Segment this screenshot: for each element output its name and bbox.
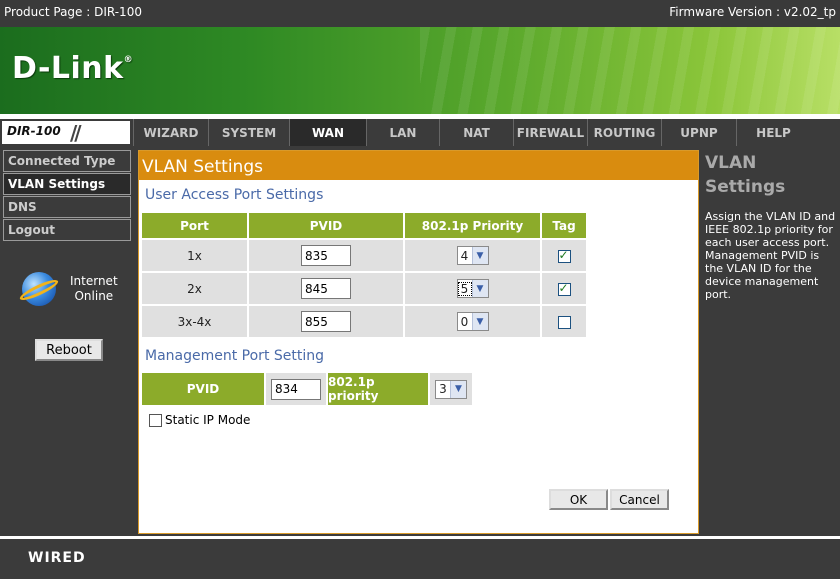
tab-lan[interactable]: LAN [366, 119, 439, 146]
pvid-input[interactable] [301, 311, 351, 332]
help-title: VLAN Settings [705, 153, 786, 197]
static-ip-checkbox[interactable] [149, 413, 162, 427]
priority-select[interactable]: 0 ▼ [456, 312, 489, 331]
main-nav: DIR-100 // WIZARD SYSTEM WAN LAN NAT FIR… [0, 119, 840, 146]
tab-firewall[interactable]: FIREWALL [513, 119, 587, 146]
content-frame: VLAN Settings User Access Port Settings … [134, 146, 702, 536]
pvid-input[interactable] [301, 278, 351, 299]
sidebar-item-connected-type[interactable]: Connected Type [3, 150, 131, 172]
tab-wan[interactable]: WAN [289, 119, 366, 146]
tab-routing[interactable]: ROUTING [587, 119, 661, 146]
port-cell: 1x [142, 238, 249, 271]
content-panel: VLAN Settings User Access Port Settings … [138, 150, 699, 534]
product-page-label: Product Page : DIR-100 [4, 5, 142, 19]
tab-wizard[interactable]: WIZARD [133, 119, 208, 146]
brand-banner: D-Link® [0, 27, 840, 114]
tag-checkbox[interactable] [557, 248, 571, 263]
reboot-button[interactable]: Reboot [35, 339, 103, 361]
management-port-row: PVID 802.1p priority 3▼ [142, 373, 472, 405]
header-priority: 802.1p Priority [405, 213, 542, 238]
table-row: 2x 5▼ [142, 271, 588, 304]
page-title: VLAN Settings [139, 151, 698, 180]
static-ip-mode: Static IP Mode [149, 413, 250, 427]
slash-decoration: // [70, 121, 81, 145]
tab-upnp[interactable]: UPNP [661, 119, 736, 146]
port-cell: 2x [142, 271, 249, 304]
sidebar-item-logout[interactable]: Logout [3, 219, 131, 241]
internet-globe-icon [17, 272, 61, 306]
mgmt-priority-select[interactable]: 3 ▼ [435, 379, 467, 399]
chevron-down-icon: ▼ [450, 380, 466, 398]
sidebar-item-dns[interactable]: DNS [3, 196, 131, 218]
mgmt-pvid-label: PVID [142, 373, 266, 405]
tab-system[interactable]: SYSTEM [208, 119, 289, 146]
header-port: Port [142, 213, 249, 238]
chevron-down-icon: ▼ [471, 247, 488, 264]
tab-help[interactable]: HELP [736, 119, 810, 146]
model-name: DIR-100 [7, 124, 61, 138]
management-section-title: Management Port Setting [145, 348, 325, 364]
internet-status: Internet Online [17, 270, 122, 310]
wired-label: WIRED [28, 550, 86, 566]
user-access-port-table: Port PVID 802.1p Priority Tag 1x 4▼ 2x 5… [142, 213, 588, 337]
tab-nat[interactable]: NAT [439, 119, 513, 146]
model-badge: DIR-100 // [2, 121, 130, 145]
pvid-input[interactable] [301, 245, 351, 266]
static-ip-label: Static IP Mode [165, 413, 251, 427]
table-row: 3x-4x 0▼ [142, 304, 588, 337]
user-access-section-title: User Access Port Settings [145, 187, 324, 203]
table-row: 1x 4▼ [142, 238, 588, 271]
footer: WIRED [0, 536, 840, 579]
help-panel: VLAN Settings Assign the VLAN ID and IEE… [702, 146, 840, 536]
table-header-row: Port PVID 802.1p Priority Tag [142, 213, 588, 238]
chevron-down-icon: ▼ [471, 280, 488, 297]
ok-button[interactable]: OK [549, 489, 608, 510]
header-pvid: PVID [249, 213, 405, 238]
cancel-button[interactable]: Cancel [610, 489, 669, 510]
priority-select[interactable]: 4 ▼ [456, 246, 489, 265]
header-tag: Tag [542, 213, 588, 238]
mgmt-priority-label: 802.1p priority [328, 373, 430, 405]
banner-decoration [420, 27, 840, 114]
internet-status-text: Internet Online [70, 274, 118, 303]
firmware-version-label: Firmware Version : v2.02_tp [669, 5, 836, 19]
port-cell: 3x-4x [142, 304, 249, 337]
mgmt-pvid-input[interactable] [271, 378, 321, 400]
tag-checkbox[interactable] [557, 281, 571, 296]
dlink-logo: D-Link® [12, 51, 134, 86]
top-bar: Product Page : DIR-100 Firmware Version … [0, 0, 840, 27]
sidebar-item-vlan-settings[interactable]: VLAN Settings [3, 173, 131, 195]
sidebar: Connected Type VLAN Settings DNS Logout … [0, 146, 134, 536]
tag-checkbox[interactable] [557, 315, 571, 329]
help-text: Assign the VLAN ID and IEEE 802.1p prior… [705, 210, 836, 301]
chevron-down-icon: ▼ [471, 313, 488, 330]
priority-select[interactable]: 5 ▼ [456, 279, 489, 298]
nav-tabs: WIZARD SYSTEM WAN LAN NAT FIREWALL ROUTI… [133, 119, 810, 146]
